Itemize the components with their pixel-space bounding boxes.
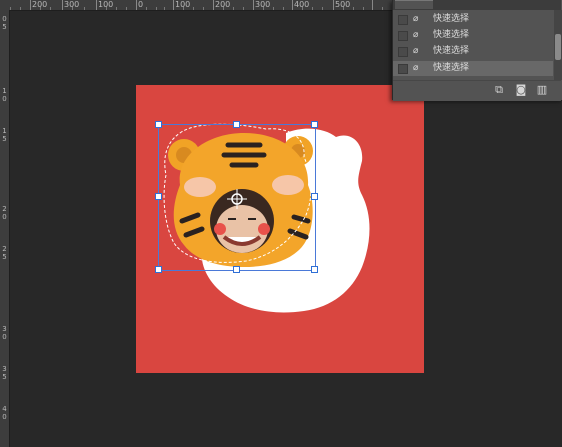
ruler-label: 0 [2, 15, 7, 23]
transform-handle-top-left[interactable] [155, 121, 162, 128]
transform-handle-top[interactable] [233, 121, 240, 128]
quick-selection-icon: ⌀ [413, 14, 419, 24]
ruler-label: 5 [2, 253, 7, 261]
history-checkbox[interactable] [398, 31, 408, 41]
reference-point-icon[interactable] [227, 189, 247, 209]
history-item-label: 快速选择 [433, 46, 470, 56]
ruler-label: 5 [2, 23, 7, 31]
ruler-label: 5 [2, 373, 7, 381]
new-snapshot-icon[interactable]: ⧉ [493, 84, 505, 96]
history-checkbox[interactable] [398, 64, 408, 74]
transform-handle-bottom-right[interactable] [311, 266, 318, 273]
history-item[interactable]: ⌀ 快速选择 [393, 28, 553, 43]
ruler-label: 1 [2, 87, 7, 95]
trash-icon[interactable]: ▥ [536, 84, 548, 96]
transform-handle-bottom-left[interactable] [155, 266, 162, 273]
ruler-label: 2 [2, 205, 7, 213]
transform-bounding-box[interactable] [155, 121, 318, 273]
transform-handle-left[interactable] [155, 193, 162, 200]
transform-handle-bottom[interactable] [233, 266, 240, 273]
history-panel-footer: ⧉ ◙ ▥ [393, 80, 561, 101]
history-checkbox[interactable] [398, 47, 408, 57]
camera-icon[interactable]: ◙ [515, 84, 527, 96]
history-panel: ⌀ 快速选择 ⌀ 快速选择 ⌀ 快速选择 ⌀ 快速选择 ⧉ ◙ ▥ [392, 0, 562, 101]
history-item-selected[interactable]: ⌀ 快速选择 [393, 61, 553, 76]
ruler-label: 0 [2, 413, 7, 421]
ruler-label: 0 [138, 0, 144, 9]
history-item-label: 快速选择 [433, 14, 470, 24]
history-item-label: 快速选择 [433, 63, 470, 73]
ruler-label: 4 [2, 405, 7, 413]
quick-selection-icon: ⌀ [413, 63, 419, 73]
ruler-label: 1 [2, 127, 7, 135]
quick-selection-icon: ⌀ [413, 30, 419, 40]
history-scrollbar[interactable] [554, 10, 562, 80]
ruler-label: 3 [2, 365, 7, 373]
ruler-label: 3 [2, 325, 7, 333]
history-checkbox[interactable] [398, 15, 408, 25]
ruler-label: 5 [2, 135, 7, 143]
scrollbar-thumb[interactable] [555, 34, 561, 60]
history-item[interactable]: ⌀ 快速选择 [393, 12, 553, 27]
quick-selection-icon: ⌀ [413, 46, 419, 56]
history-item[interactable]: ⌀ 快速选择 [393, 44, 553, 59]
vertical-ruler[interactable]: 0 5 1 0 1 5 2 0 2 5 3 0 3 5 4 0 [0, 10, 10, 447]
ruler-label: 2 [2, 245, 7, 253]
ruler-label: 0 [2, 95, 7, 103]
history-item-label: 快速选择 [433, 30, 470, 40]
panel-tab-bar [393, 0, 561, 10]
transform-handle-right[interactable] [311, 193, 318, 200]
ruler-label: 0 [2, 213, 7, 221]
transform-handle-top-right[interactable] [311, 121, 318, 128]
ruler-label: 0 [2, 333, 7, 341]
tab-history[interactable] [395, 0, 433, 9]
